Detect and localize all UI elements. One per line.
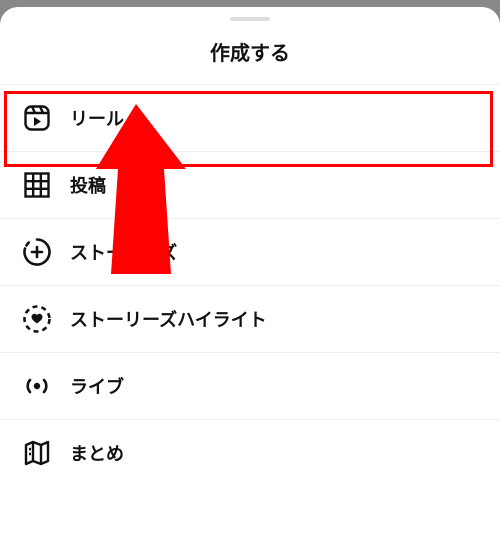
menu-item-label: まとめ (70, 440, 124, 466)
menu-item-label: リール (70, 105, 124, 131)
menu-item-live[interactable]: ライブ (0, 352, 500, 419)
drag-handle[interactable] (230, 17, 270, 21)
sheet-title: 作成する (0, 37, 500, 84)
menu-item-highlight[interactable]: ストーリーズハイライト (0, 285, 500, 352)
highlight-heart-icon (22, 304, 52, 334)
story-plus-icon (22, 237, 52, 267)
bottom-sheet: 作成する リール 投稿 (0, 7, 500, 543)
live-broadcast-icon (22, 371, 52, 401)
guide-map-icon (22, 438, 52, 468)
menu-item-story[interactable]: ストーリーズ (0, 218, 500, 285)
menu-item-post[interactable]: 投稿 (0, 151, 500, 218)
reel-icon (22, 103, 52, 133)
menu-item-label: 投稿 (70, 172, 106, 198)
menu-item-label: ライブ (70, 373, 124, 399)
grid-icon (22, 170, 52, 200)
menu-item-reel[interactable]: リール (0, 84, 500, 151)
create-menu: リール 投稿 ストーリーズ (0, 84, 500, 486)
menu-item-guide[interactable]: まとめ (0, 419, 500, 486)
menu-item-label: ストーリーズハイライト (70, 306, 267, 332)
menu-item-label: ストーリーズ (70, 239, 177, 265)
